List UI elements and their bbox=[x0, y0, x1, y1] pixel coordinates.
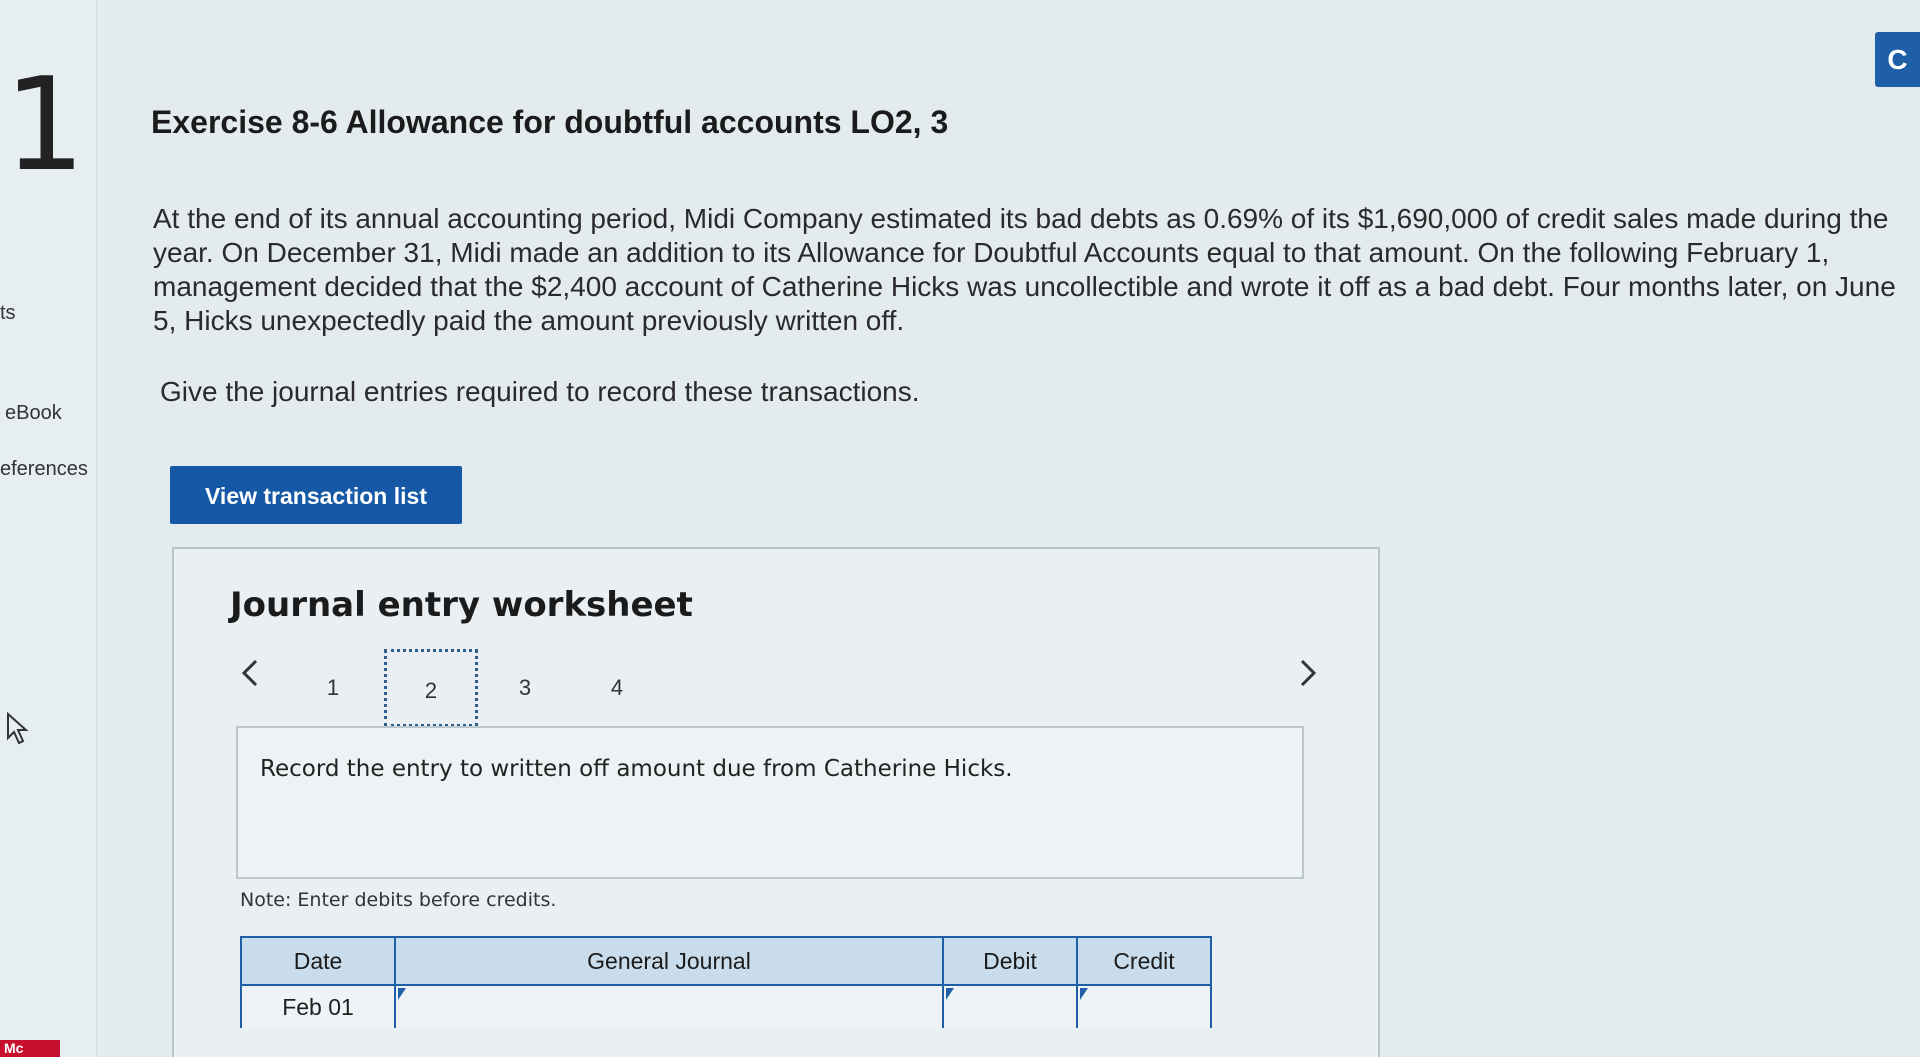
input-flag-icon bbox=[946, 988, 954, 1000]
instruction-text: Give the journal entries required to rec… bbox=[160, 376, 920, 407]
question-number: 1 bbox=[4, 51, 86, 200]
worksheet-title: Journal entry worksheet bbox=[230, 585, 693, 625]
account-select[interactable] bbox=[394, 984, 944, 1028]
step-tab-1[interactable]: 1 bbox=[286, 649, 380, 727]
exercise-title: Exercise 8-6 Allowance for doubtful acco… bbox=[151, 104, 949, 140]
input-flag-icon bbox=[1080, 988, 1088, 1000]
step-tab-3[interactable]: 3 bbox=[478, 649, 572, 727]
step-prompt-text: Record the entry to written off amount d… bbox=[260, 756, 1013, 782]
top-right-button[interactable]: C bbox=[1875, 32, 1920, 87]
previous-step-button[interactable] bbox=[236, 653, 266, 693]
credit-input[interactable] bbox=[1076, 984, 1212, 1028]
general-journal-column-header: General Journal bbox=[394, 936, 944, 986]
step-prompt-box: Record the entry to written off amount d… bbox=[236, 726, 1304, 879]
journal-table: Date General Journal Debit Credit Feb 01 bbox=[240, 936, 1212, 1028]
problem-statement: At the end of its annual accounting peri… bbox=[153, 203, 1896, 336]
step-tab-4[interactable]: 4 bbox=[570, 649, 664, 727]
left-sidebar: 1 ts eBook eferences Mc bbox=[0, 0, 97, 1057]
entry-note: Note: Enter debits before credits. bbox=[240, 889, 557, 911]
mouse-cursor-icon bbox=[7, 712, 29, 745]
view-transaction-list-button[interactable]: View transaction list bbox=[170, 466, 462, 524]
step-tab-2[interactable]: 2 bbox=[384, 649, 478, 727]
references-link[interactable]: eferences bbox=[0, 458, 88, 481]
chevron-left-icon bbox=[241, 659, 258, 687]
credit-column-header: Credit bbox=[1076, 936, 1212, 986]
publisher-logo: Mc bbox=[0, 1040, 60, 1057]
journal-entry-worksheet: Journal entry worksheet 1 2 3 4 Record t… bbox=[172, 547, 1380, 1057]
date-column-header: Date bbox=[240, 936, 396, 986]
date-cell: Feb 01 bbox=[240, 984, 396, 1028]
input-flag-icon bbox=[398, 988, 406, 1000]
table-row: Feb 01 bbox=[240, 984, 1212, 1028]
points-label: ts bbox=[0, 302, 16, 324]
next-step-button[interactable] bbox=[1292, 653, 1322, 693]
ebook-link[interactable]: eBook bbox=[5, 402, 62, 425]
debit-column-header: Debit bbox=[942, 936, 1078, 986]
debit-input[interactable] bbox=[942, 984, 1078, 1028]
chevron-right-icon bbox=[1300, 659, 1317, 687]
